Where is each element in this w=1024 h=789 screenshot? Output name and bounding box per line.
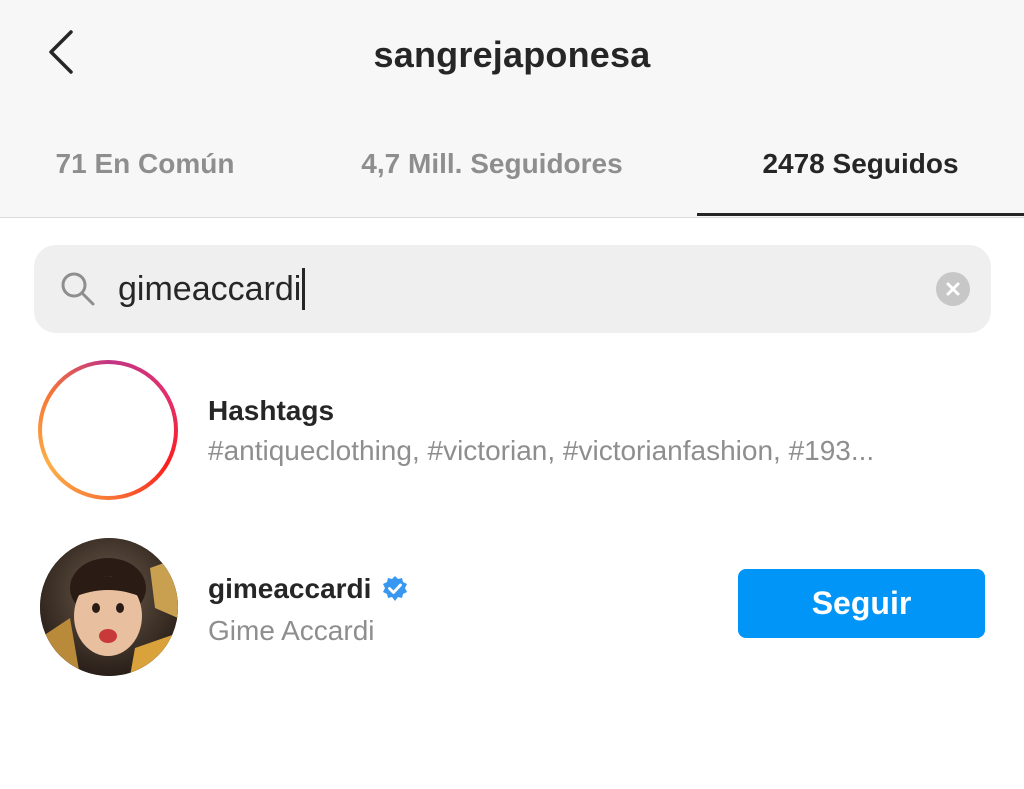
tab-bar: 71 En Común 4,7 Mill. Seguidores 2478 Se… [0,120,1024,218]
clear-search-button[interactable] [936,272,970,306]
hashtag-icon [76,393,140,467]
search-input-value: gimeaccardi [118,270,302,308]
active-tab-indicator [697,213,1024,216]
search-bar[interactable]: gimeaccardi [34,245,991,333]
clear-icon [946,282,960,296]
page-title: sangrejaponesa [373,34,651,75]
username: gimeaccardi [208,573,372,604]
result-row-hashtags[interactable]: Hashtags #antiqueclothing, #victorian, #… [0,355,1024,505]
tab-in-common[interactable]: 71 En Común [0,120,290,218]
search-input[interactable]: gimeaccardi [118,265,306,313]
avatar-photo [40,538,178,676]
tab-followers[interactable]: 4,7 Mill. Seguidores [290,120,694,218]
follow-button[interactable]: Seguir [738,569,985,638]
result-title: Hashtags [208,395,335,426]
tab-following[interactable]: 2478 Seguidos [697,120,1024,218]
search-icon [61,272,95,306]
username-line: gimeaccardi [208,573,409,605]
result-row-user[interactable]: gimeaccardi Gime Accardi Seguir [0,533,1024,683]
verified-badge-icon [383,576,408,601]
top-header: sangrejaponesa 71 En Común 4,7 Mill. Seg… [0,0,1024,218]
text-caret [302,268,306,310]
result-subtitle: #antiqueclothing, #victorian, #victorian… [208,435,875,466]
full-name: Gime Accardi [208,615,375,646]
user-avatar[interactable] [40,538,178,676]
hashtag-avatar [38,360,178,500]
